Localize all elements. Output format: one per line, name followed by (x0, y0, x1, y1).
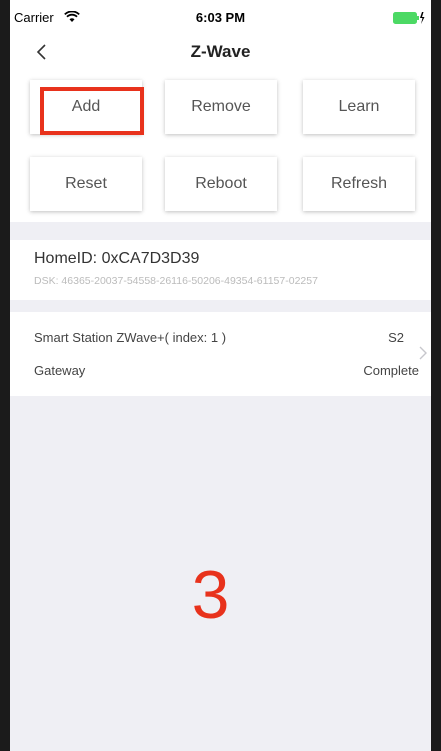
dsk-value: DSK: 46365-20037-54558-26116-50206-49354… (34, 275, 318, 287)
status-time: 6:03 PM (195, 10, 246, 25)
reset-button[interactable]: Reset (30, 157, 142, 211)
reboot-button[interactable]: Reboot (165, 157, 277, 211)
page-title: Z-Wave (190, 42, 251, 61)
device-frame-right (431, 0, 441, 751)
device-status: Complete (363, 363, 419, 378)
home-id: HomeID: 0xCA7D3D39 (34, 250, 200, 267)
step-number-annotation: 3 (191, 557, 230, 633)
device-type: Gateway (34, 363, 86, 378)
section-divider (10, 222, 431, 240)
device-security-level: S2 (388, 330, 404, 345)
navigation-bar: Z-Wave (10, 30, 431, 74)
reboot-button-label: Reboot (195, 175, 247, 192)
device-frame-left (0, 0, 10, 751)
remove-button-label: Remove (191, 98, 251, 115)
refresh-button[interactable]: Refresh (303, 157, 415, 211)
chevron-right-icon (419, 346, 427, 360)
device-name: Smart Station ZWave+( index: 1 ) (34, 330, 227, 345)
learn-button-label: Learn (338, 98, 380, 115)
device-list-item[interactable]: Smart Station ZWave+( index: 1 ) S2 Gate… (10, 312, 431, 396)
remove-button[interactable]: Remove (165, 80, 277, 134)
home-info-section: HomeID: 0xCA7D3D39 DSK: 46365-20037-5455… (10, 240, 431, 300)
learn-button[interactable]: Learn (303, 80, 415, 134)
reset-button-label: Reset (65, 175, 107, 192)
battery-charging-icon (393, 12, 425, 24)
refresh-button-label: Refresh (330, 175, 388, 192)
app-screen: Carrier 6:03 PM Z-Wave Add Remove Learn … (10, 0, 431, 751)
section-divider (10, 300, 431, 312)
add-button-highlight (40, 87, 144, 135)
status-bar: Carrier 6:03 PM (10, 8, 431, 28)
